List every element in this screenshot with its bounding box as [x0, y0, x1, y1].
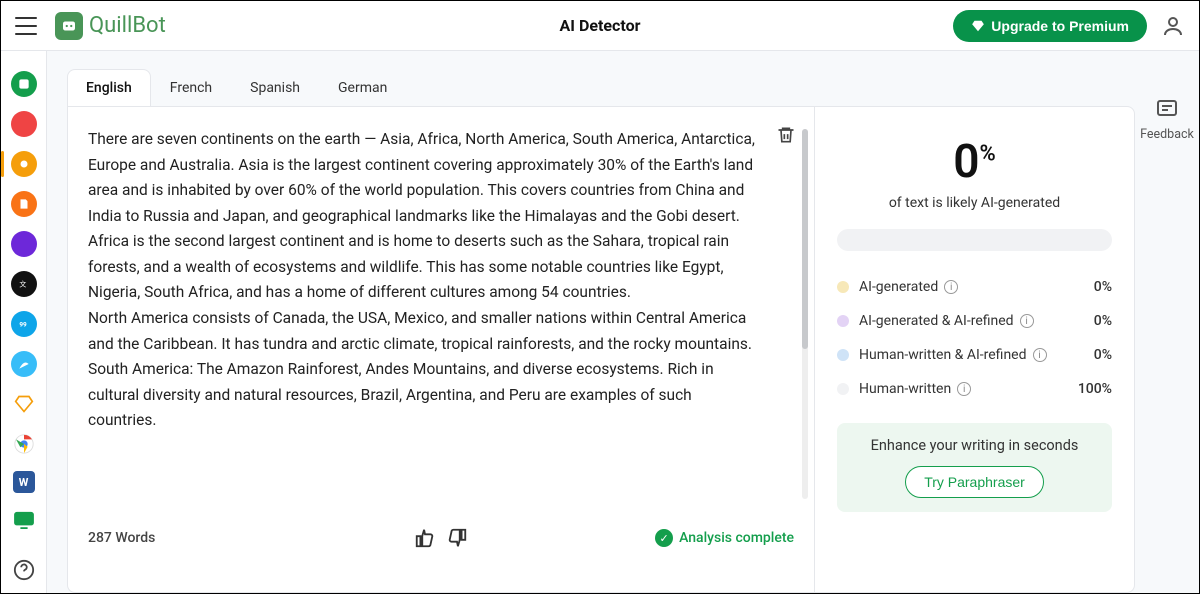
rail-help[interactable] — [11, 557, 37, 583]
word-count: 287 Words — [88, 530, 155, 546]
legend-human-refined: Human-written & AI-refined i 0% — [837, 347, 1112, 363]
paragraph-3: North America consists of Canada, the US… — [88, 306, 756, 357]
delete-text-button[interactable] — [776, 125, 796, 149]
svg-text:99: 99 — [19, 320, 27, 328]
results-panel: 0% of text is likely AI-generated AI-gen… — [814, 107, 1134, 592]
rail-tool-ai-detector[interactable] — [11, 151, 37, 177]
percentage-bar — [837, 229, 1112, 251]
thumbs-up-button[interactable] — [414, 527, 436, 549]
rail-macos[interactable] — [11, 507, 37, 533]
paragraph-1: There are seven continents on the earth … — [88, 127, 756, 229]
tab-english[interactable]: English — [67, 69, 151, 107]
upgrade-button[interactable]: Upgrade to Premium — [953, 10, 1147, 42]
page-title: AI Detector — [560, 16, 641, 35]
try-paraphraser-button[interactable]: Try Paraphraser — [905, 466, 1044, 498]
quill-icon — [55, 12, 83, 40]
rail-tool-5[interactable] — [11, 231, 37, 257]
legend-human: Human-written i 100% — [837, 381, 1112, 397]
paragraph-4: South America: The Amazon Rainforest, An… — [88, 357, 756, 434]
rail-tool-4[interactable] — [11, 191, 37, 217]
ai-percentage: 0% — [837, 135, 1112, 189]
account-icon[interactable] — [1161, 14, 1185, 38]
paragraph-2: Africa is the second largest continent a… — [88, 229, 756, 306]
rail-tool-premium[interactable] — [11, 391, 37, 417]
promo-text: Enhance your writing in seconds — [849, 437, 1100, 454]
ai-percentage-caption: of text is likely AI-generated — [837, 195, 1112, 211]
text-editor[interactable]: There are seven continents on the earth … — [88, 127, 794, 517]
menu-button[interactable] — [15, 17, 37, 35]
left-rail: 文 99 W — [1, 51, 47, 593]
promo-panel: Enhance your writing in seconds Try Para… — [837, 423, 1112, 512]
rail-tool-8[interactable] — [11, 351, 37, 377]
check-icon: ✓ — [655, 529, 673, 547]
svg-text:文: 文 — [19, 279, 26, 288]
legend-ai-generated: AI-generated i 0% — [837, 279, 1112, 295]
rail-tool-1[interactable] — [11, 71, 37, 97]
brand-logo[interactable]: QuillBot — [55, 12, 166, 40]
rail-tool-6[interactable]: 文 — [11, 271, 37, 297]
feedback-icon[interactable] — [1155, 97, 1179, 121]
diamond-icon — [971, 19, 985, 33]
tab-french[interactable]: French — [151, 69, 231, 107]
info-icon[interactable]: i — [1020, 314, 1034, 328]
rail-chrome[interactable] — [11, 431, 37, 457]
text-scrollbar[interactable] — [802, 129, 808, 499]
info-icon[interactable]: i — [944, 280, 958, 294]
tab-german[interactable]: German — [319, 69, 406, 107]
upgrade-label: Upgrade to Premium — [991, 18, 1129, 34]
right-rail: Feedback — [1135, 69, 1199, 593]
diamond-outline-icon — [14, 394, 34, 414]
thumbs-down-button[interactable] — [446, 527, 468, 549]
feedback-label[interactable]: Feedback — [1140, 127, 1194, 142]
trash-icon — [776, 125, 796, 145]
analysis-status: ✓ Analysis complete — [655, 529, 794, 547]
brand-text: QuillBot — [89, 13, 166, 38]
legend-ai-refined: AI-generated & AI-refined i 0% — [837, 313, 1112, 329]
info-icon[interactable]: i — [957, 382, 971, 396]
language-tabs: English French Spanish German — [67, 69, 1135, 107]
info-icon[interactable]: i — [1033, 348, 1047, 362]
rail-word[interactable]: W — [13, 471, 35, 493]
tab-spanish[interactable]: Spanish — [231, 69, 319, 107]
rail-tool-7[interactable]: 99 — [11, 311, 37, 337]
rail-tool-2[interactable] — [11, 111, 37, 137]
